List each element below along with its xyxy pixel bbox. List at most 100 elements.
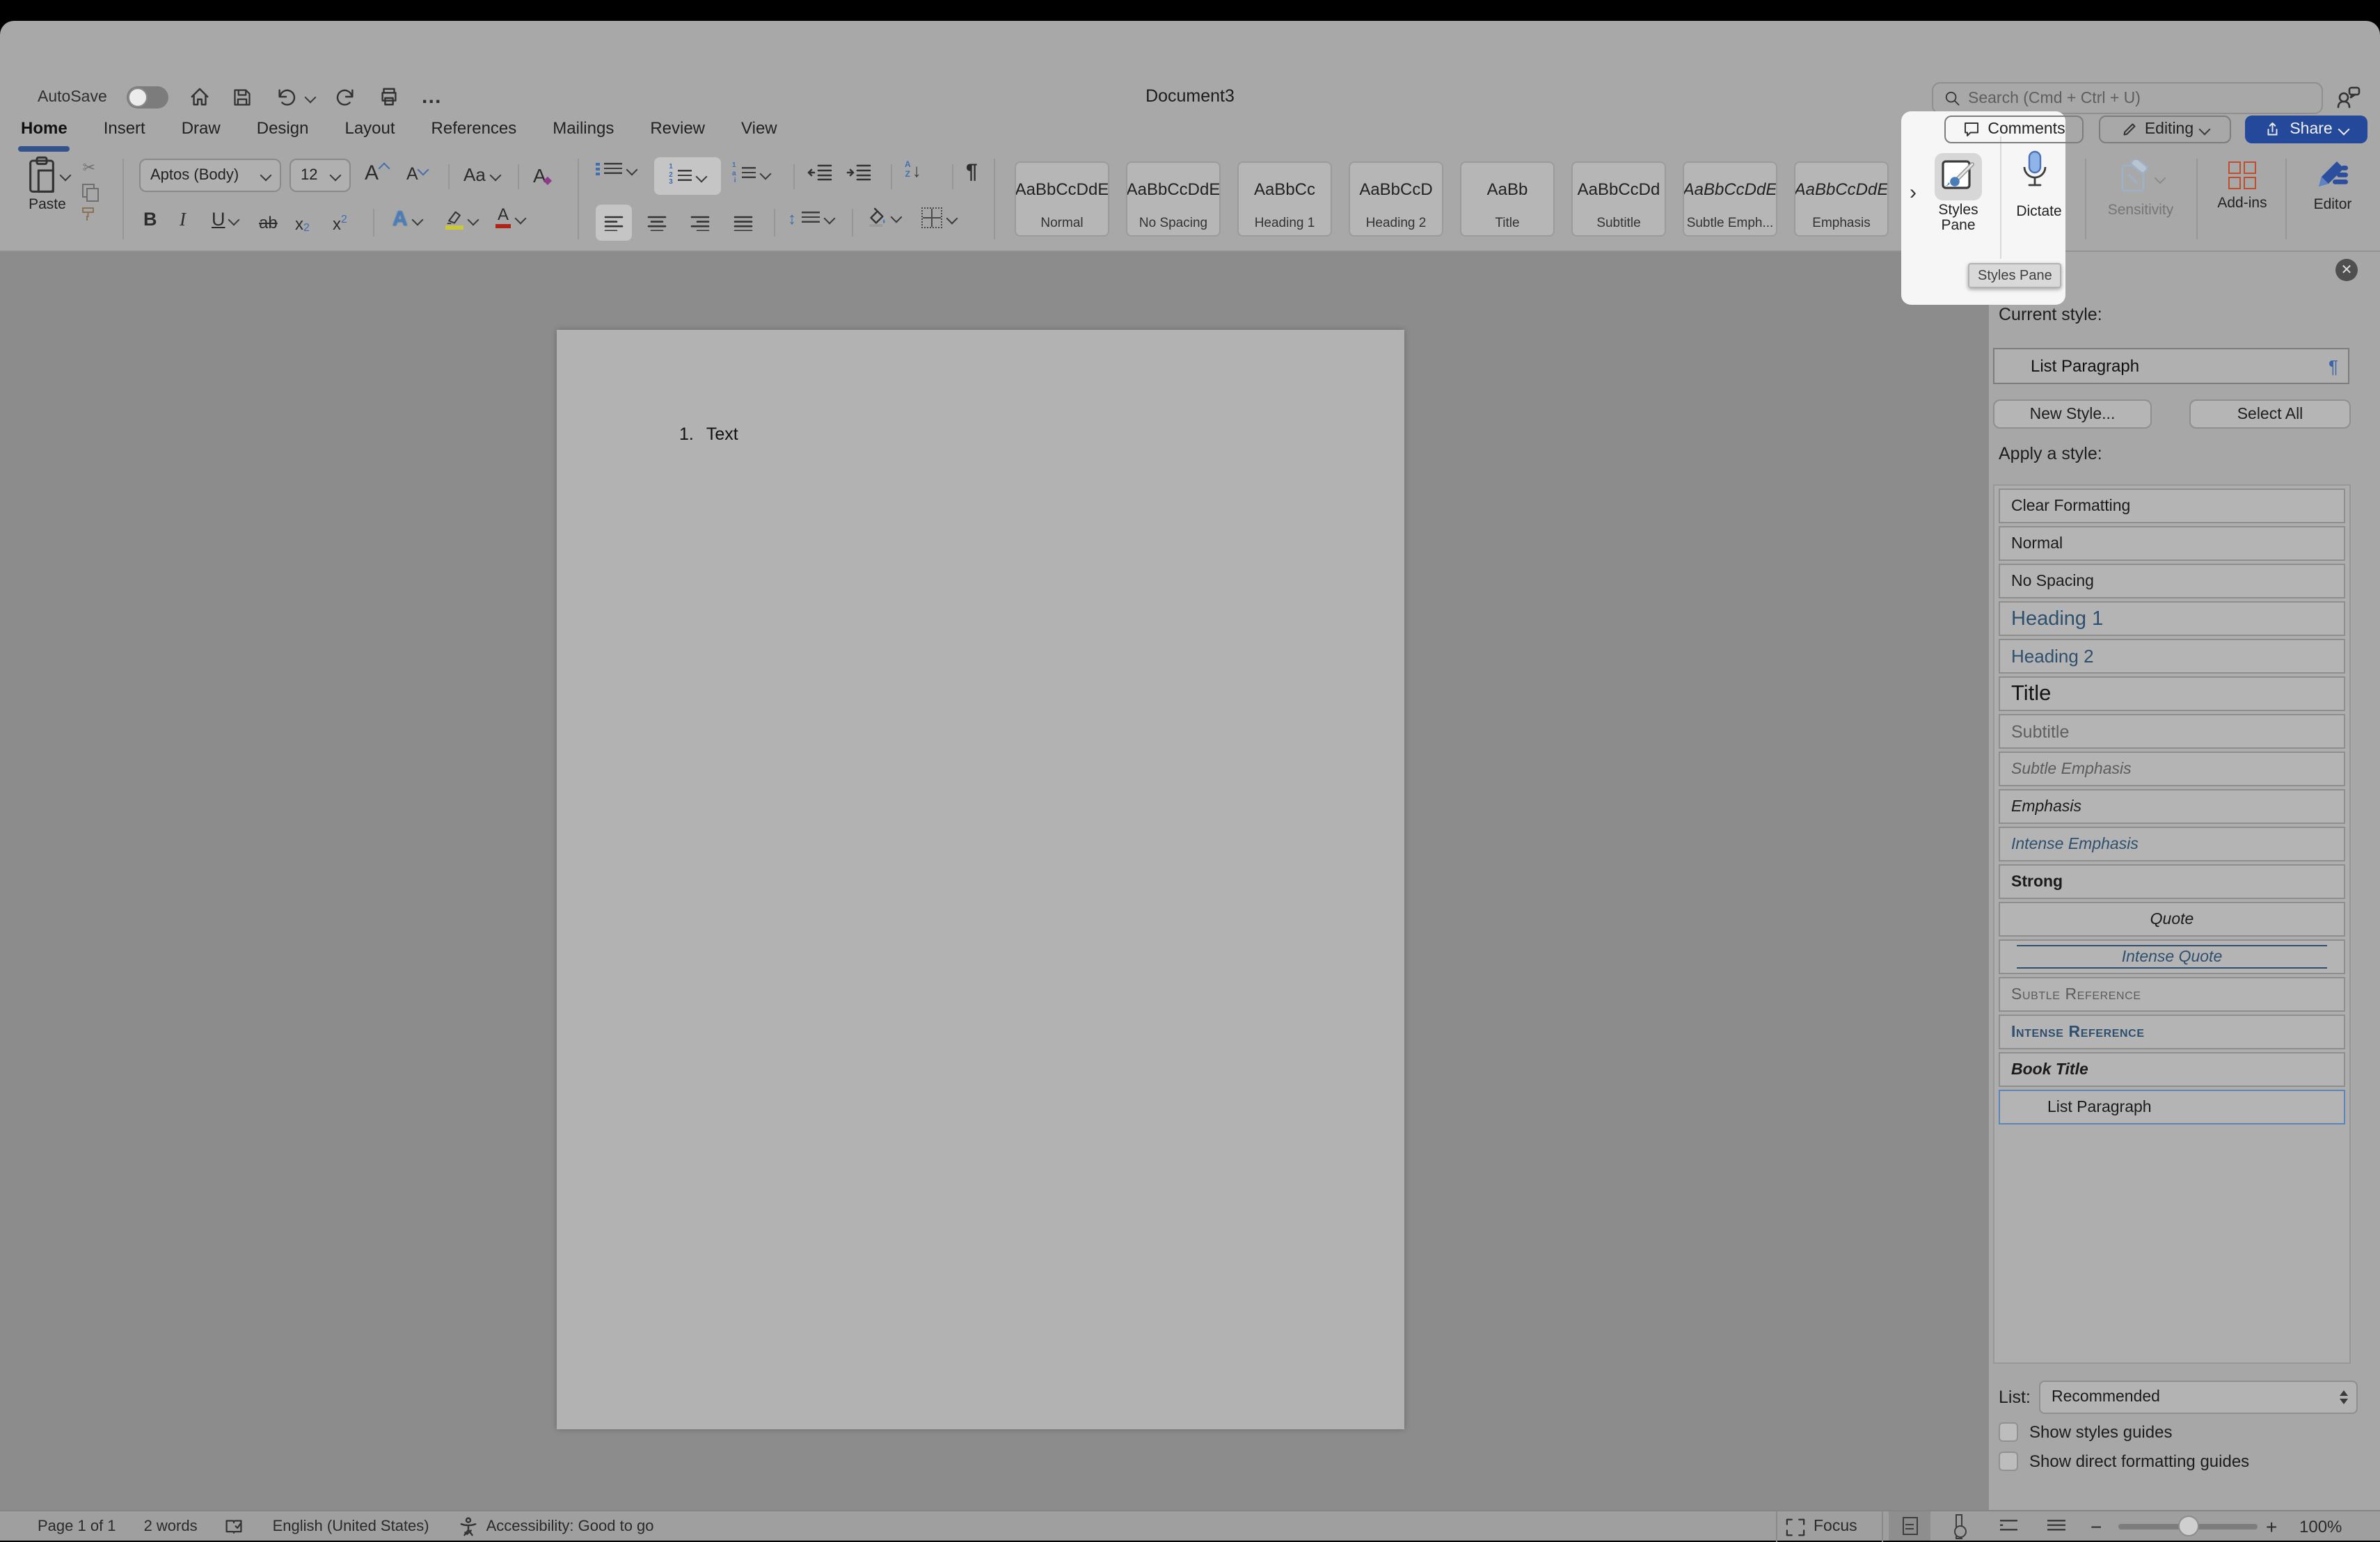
add-ins-button[interactable]: Add-ins	[2207, 156, 2277, 212]
list-paragraph-line[interactable]: 1. Text	[679, 424, 738, 444]
style-item-title[interactable]: Title	[1999, 676, 2345, 711]
style-card-title[interactable]: AaBbTitle	[1460, 161, 1555, 237]
style-item-no-spacing[interactable]: No Spacing	[1999, 564, 2345, 598]
format-painter-icon[interactable]	[81, 206, 97, 223]
align-right-button[interactable]	[682, 205, 718, 241]
paste-button[interactable]: Paste	[19, 156, 75, 213]
page-count[interactable]: Page 1 of 1	[38, 1518, 116, 1535]
line-spacing-button[interactable]: ↕	[788, 209, 834, 228]
add-ins-icon	[2228, 161, 2256, 189]
style-item-intense-reference[interactable]: Intense Reference	[1999, 1015, 2345, 1049]
cut-icon[interactable]: ✂	[83, 159, 95, 177]
copy-icon[interactable]	[82, 184, 96, 199]
style-item-quote[interactable]: Quote	[1999, 902, 2345, 937]
gallery-more-button[interactable]: ›	[1910, 181, 1917, 205]
subscript-button[interactable]: x2	[295, 213, 310, 234]
outline-view-button[interactable]	[1988, 1511, 2029, 1541]
style-item-clear-formatting[interactable]: Clear Formatting	[1999, 488, 2345, 523]
web-layout-view-button[interactable]	[1937, 1511, 1979, 1541]
share-contacts-icon[interactable]	[2335, 85, 2361, 109]
font-color-chevron-icon	[515, 212, 527, 224]
multilevel-list-button[interactable]: 1 a i	[732, 163, 770, 186]
accessibility-icon[interactable]	[460, 1517, 478, 1536]
dictate-button[interactable]	[2021, 150, 2049, 192]
style-card-heading1[interactable]: AaBbCcHeading 1	[1237, 161, 1332, 237]
titlebar: AutoSave … Docum	[0, 21, 2380, 104]
zoom-out-button[interactable]: −	[2091, 1511, 2102, 1542]
style-item-subtle-emphasis[interactable]: Subtle Emphasis	[1999, 752, 2345, 786]
shrink-font-button[interactable]: A	[406, 164, 428, 184]
numbering-button[interactable]: 1 2 3	[654, 157, 721, 195]
shading-button[interactable]	[866, 207, 901, 227]
change-case-button[interactable]: Aa	[463, 164, 500, 185]
list-filter-select[interactable]: Recommended	[2039, 1381, 2358, 1414]
align-left-button[interactable]	[596, 205, 632, 241]
style-item-book-title[interactable]: Book Title	[1999, 1052, 2345, 1087]
comments-button[interactable]: Comments	[1944, 116, 2084, 143]
borders-button[interactable]	[921, 207, 956, 228]
font-name-select[interactable]: Aptos (Body)	[139, 159, 281, 192]
style-card-emphasis[interactable]: AaBbCcDdEEmphasis	[1794, 161, 1889, 237]
style-item-subtitle[interactable]: Subtitle	[1999, 714, 2345, 749]
draft-view-button[interactable]	[2035, 1511, 2077, 1541]
close-pane-button[interactable]: ✕	[2335, 259, 2358, 281]
spellcheck-icon[interactable]	[224, 1518, 244, 1536]
style-card-heading2[interactable]: AaBbCcDHeading 2	[1349, 161, 1443, 237]
word-count[interactable]: 2 words	[144, 1518, 198, 1535]
focus-button[interactable]: Focus	[1786, 1511, 1857, 1542]
style-card-subtle-emphasis[interactable]: AaBbCcDdESubtle Emph...	[1683, 161, 1777, 237]
print-layout-view-button[interactable]	[1889, 1511, 1930, 1541]
current-style-field[interactable]: List Paragraph ¶	[1993, 348, 2349, 384]
style-item-list-paragraph[interactable]: List Paragraph	[1999, 1090, 2345, 1124]
zoom-level[interactable]: 100%	[2299, 1511, 2342, 1542]
style-item-heading1[interactable]: Heading 1	[1999, 601, 2345, 636]
justify-button[interactable]	[725, 205, 761, 241]
style-item-subtle-reference[interactable]: Subtle Reference	[1999, 977, 2345, 1012]
italic-button[interactable]: I	[180, 209, 186, 231]
font-color-button[interactable]: A	[495, 207, 525, 228]
style-item-emphasis[interactable]: Emphasis	[1999, 789, 2345, 824]
strikethrough-button[interactable]: ab	[259, 213, 278, 232]
style-item-normal[interactable]: Normal	[1999, 526, 2345, 561]
sort-button[interactable]: A Z ↓	[905, 160, 921, 181]
increase-indent-button[interactable]	[846, 164, 871, 181]
search-input[interactable]: Search (Cmd + Ctrl + U)	[1932, 82, 2323, 114]
text-effects-button[interactable]: A	[392, 207, 422, 231]
accessibility-status[interactable]: Accessibility: Good to go	[486, 1518, 654, 1535]
show-paragraph-marks-button[interactable]: ¶	[966, 160, 978, 184]
zoom-in-button[interactable]: +	[2266, 1511, 2277, 1542]
highlight-button[interactable]	[445, 209, 477, 230]
new-style-button[interactable]: New Style...	[1993, 399, 2152, 429]
style-item-heading2[interactable]: Heading 2	[1999, 639, 2345, 674]
superscript-button[interactable]: x2	[333, 213, 347, 235]
highlighter-icon	[445, 209, 463, 224]
editor-button[interactable]: Editor	[2296, 156, 2369, 213]
align-center-button[interactable]	[639, 205, 675, 241]
grow-font-button[interactable]: A	[365, 161, 388, 185]
document-page[interactable]: 1. Text	[557, 330, 1404, 1429]
bullets-button[interactable]	[596, 163, 636, 177]
style-item-strong[interactable]: Strong	[1999, 864, 2345, 899]
style-card-subtitle[interactable]: AaBbCcDdSubtitle	[1571, 161, 1666, 237]
underline-button[interactable]: U	[212, 209, 238, 230]
show-styles-guides-checkbox[interactable]	[1999, 1422, 2018, 1442]
style-card-normal[interactable]: AaBbCcDdENormal	[1015, 161, 1109, 237]
style-item-intense-quote[interactable]: Intense Quote	[1999, 939, 2345, 974]
language-status[interactable]: English (United States)	[273, 1518, 429, 1535]
clear-formatting-button[interactable]: A◆	[533, 163, 552, 186]
select-all-button[interactable]: Select All	[2189, 399, 2351, 429]
font-size-select[interactable]: 12	[289, 159, 351, 192]
numbering-chevron-icon	[696, 170, 708, 182]
decrease-indent-button[interactable]	[807, 164, 832, 181]
style-item-intense-emphasis[interactable]: Intense Emphasis	[1999, 827, 2345, 861]
show-direct-formatting-checkbox[interactable]	[1999, 1452, 2018, 1471]
style-card-no-spacing[interactable]: AaBbCcDdENo Spacing	[1126, 161, 1221, 237]
sensitivity-button[interactable]: Sensitivity	[2096, 156, 2185, 218]
styles-pane-button[interactable]	[1935, 153, 1982, 200]
editing-mode-button[interactable]: Editing	[2099, 116, 2231, 143]
zoom-slider-knob[interactable]	[2178, 1516, 2199, 1536]
share-button[interactable]: Share	[2245, 116, 2367, 143]
share-icon	[2264, 121, 2283, 138]
search-icon	[1944, 90, 1960, 106]
bold-button[interactable]: B	[143, 209, 157, 230]
